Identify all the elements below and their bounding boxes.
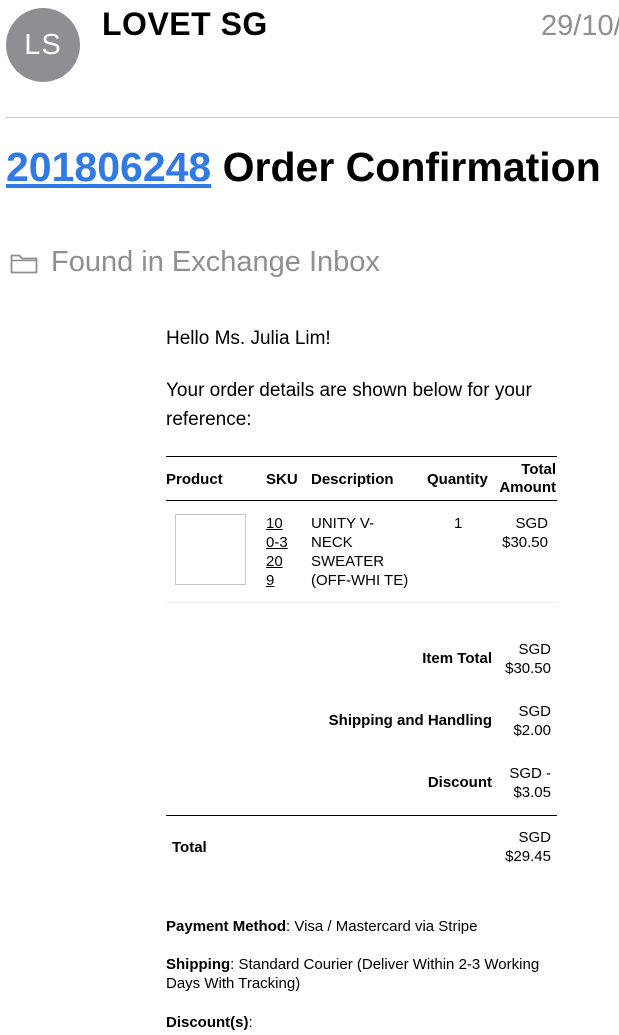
shipping-handling-label: Shipping and Handling xyxy=(328,712,492,729)
discounts-label: Discount(s) xyxy=(166,1014,249,1031)
payment-method-label: Payment Method xyxy=(166,918,287,935)
table-top-rule xyxy=(166,456,557,457)
total-rule xyxy=(166,815,557,816)
discount-value: SGD - $3.05 xyxy=(509,765,551,801)
folder-label: Found in Exchange Inbox xyxy=(51,246,380,278)
greeting: Hello Ms. Julia Lim! xyxy=(166,328,331,349)
sku-link[interactable]: 10 0-3 20 9 xyxy=(266,514,288,590)
item-total-label: Item Total xyxy=(422,650,492,667)
sender-name[interactable]: LOVET SG xyxy=(102,6,268,43)
col-header-quantity: Quantity xyxy=(427,471,488,488)
shipping-handling-value: SGD $2.00 xyxy=(513,703,551,739)
payment-method-value: : Visa / Mastercard via Stripe xyxy=(286,918,478,935)
item-total-value: SGD $30.50 xyxy=(505,641,551,677)
product-amount: SGD $30.50 xyxy=(502,515,548,551)
intro-text: Your order details are shown below for y… xyxy=(166,380,532,430)
payment-method: Payment Method: Visa / Mastercard via St… xyxy=(166,917,566,936)
product-description: UNITY V- NECK SWEATER (OFF-WHI TE) xyxy=(311,515,409,589)
product-image[interactable] xyxy=(175,514,246,585)
product-quantity: 1 xyxy=(454,515,463,532)
subject-title: Order Confirmation xyxy=(211,144,601,190)
col-header-product: Product xyxy=(166,471,223,488)
table-header-rule xyxy=(166,500,557,501)
discounts-applied: Discount(s): xyxy=(166,1013,566,1032)
folder-location[interactable]: Found in Exchange Inbox xyxy=(10,246,380,279)
discount-label: Discount xyxy=(427,774,492,791)
folder-icon xyxy=(10,254,38,273)
grand-total-value: SGD $29.45 xyxy=(505,829,551,865)
order-number-link[interactable]: 201806248 xyxy=(6,144,211,190)
header-divider xyxy=(6,117,619,118)
shipping-method: Shipping: Standard Courier (Deliver With… xyxy=(166,955,566,993)
email-date: 29/10/ xyxy=(541,10,619,42)
grand-total-label: Total xyxy=(172,839,207,856)
col-header-sku: SKU xyxy=(266,471,298,488)
col-header-description: Description xyxy=(311,471,394,488)
email-subject: 201806248 Order Confirmation xyxy=(6,141,606,194)
shipping-method-label: Shipping xyxy=(166,956,231,973)
avatar[interactable]: LS xyxy=(6,8,80,82)
discounts-value: : xyxy=(248,1014,253,1031)
row-divider xyxy=(166,602,557,603)
col-header-total-amount: Total Amount xyxy=(499,461,556,496)
